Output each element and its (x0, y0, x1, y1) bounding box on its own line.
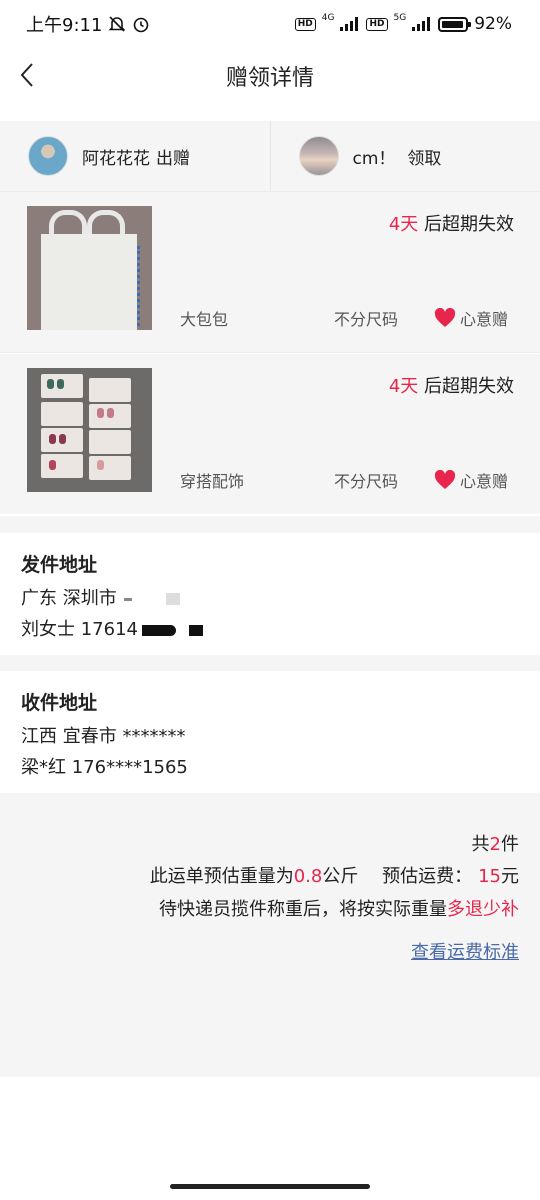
nav-header: 赠领详情 (0, 48, 540, 102)
heart-icon (434, 308, 456, 327)
shipping-fee-standard-link[interactable]: 查看运费标准 (411, 938, 519, 964)
item-photo-bag (27, 206, 152, 330)
receiver-address: 收件地址 江西 宜春市 ******* 梁*红 176****1565 (0, 671, 540, 793)
avatar (298, 136, 339, 176)
sender-address: 发件地址 广东 深圳市 刘女士 17614 (0, 533, 540, 655)
page-title: 赠领详情 (225, 66, 314, 91)
net-type-1: 4G (321, 13, 335, 23)
expire-notice: 4天 后超期失效 (389, 210, 514, 236)
receiver-name: cm！ (352, 148, 396, 169)
signal-icon (340, 17, 359, 31)
battery-percent: 92% (474, 14, 512, 34)
item-count: 共2件 (471, 834, 519, 855)
item-category: 大包包 (180, 310, 229, 329)
net-type-2: 5G (393, 13, 407, 23)
parties-bar: 阿花花花 出赠 cm！ 领取 (0, 121, 540, 192)
signal-icon (412, 17, 431, 31)
status-time: 上午9:11 (26, 15, 103, 36)
mute-bell-icon (108, 16, 126, 32)
alarm-icon (134, 17, 149, 33)
expire-suffix: 后超期失效 (424, 214, 514, 235)
avatar (28, 136, 68, 176)
giver-name: 阿花花花 (82, 148, 150, 169)
heart-icon (434, 470, 456, 489)
sender-address-heading: 发件地址 (21, 554, 98, 576)
item-category: 穿搭配饰 (180, 472, 245, 491)
redaction-mark (124, 597, 133, 601)
refund-note: 待快递员揽件称重后，将按实际重量多退少补 (159, 899, 519, 920)
shipping-summary: 共2件 此运单预估重量为0.8公斤 预估运费： 15元 待快递员揽件称重后，将按实… (0, 793, 540, 1077)
redaction-mark (141, 624, 176, 636)
item-photo-nails (27, 368, 152, 492)
home-indicator[interactable] (170, 1184, 370, 1189)
giver-profile[interactable]: 阿花花花 出赠 (0, 121, 270, 191)
receiver-profile[interactable]: cm！ 领取 (269, 121, 540, 191)
wish-label: 心意赠 (460, 310, 509, 329)
wish-tag: 心意赠 (434, 306, 508, 330)
expire-days: 4天 (388, 214, 419, 235)
redaction-mark (166, 593, 181, 605)
hd-icon: HD (294, 17, 316, 31)
battery-icon (438, 16, 472, 32)
receiver-address-heading: 收件地址 (21, 692, 98, 714)
wish-label: 心意赠 (460, 472, 509, 491)
gift-item[interactable]: 4天 后超期失效 大包包 不分尺码 心意赠 (0, 192, 540, 353)
gift-item[interactable]: 4天 后超期失效 穿搭配饰 不分尺码 心意赠 (0, 354, 540, 514)
wish-tag: 心意赠 (434, 468, 508, 492)
hd-icon: HD (366, 17, 388, 31)
expire-days: 4天 (388, 376, 419, 397)
receiver-contact: 梁*红 176****1565 (21, 757, 188, 778)
receiver-action: 领取 (407, 148, 442, 169)
expire-suffix: 后超期失效 (424, 376, 514, 397)
item-size: 不分尺码 (334, 472, 399, 491)
item-size: 不分尺码 (334, 310, 399, 329)
weight-fee-line: 此运单预估重量为0.8公斤 预估运费： 15元 (149, 866, 519, 887)
sender-address-line: 广东 深圳市 (21, 584, 181, 610)
sender-contact: 刘女士 17614 (21, 615, 204, 641)
status-bar: 上午9:11 HD 4G HD 5G 92% (0, 0, 540, 48)
giver-action: 出赠 (156, 148, 190, 169)
redaction-mark (189, 624, 204, 636)
receiver-address-line: 江西 宜春市 ******* (21, 726, 186, 747)
expire-notice: 4天 后超期失效 (389, 372, 514, 398)
